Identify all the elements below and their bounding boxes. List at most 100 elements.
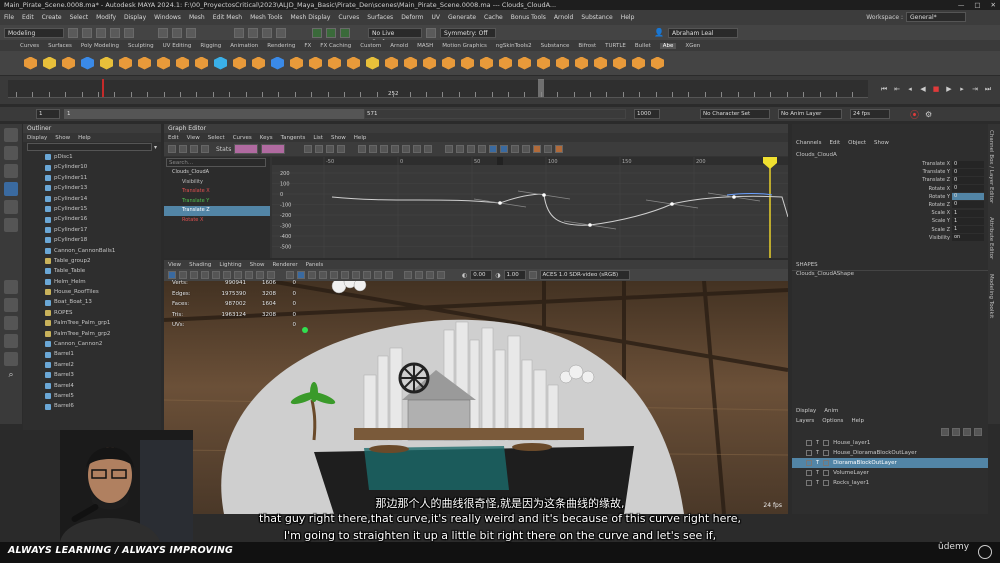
menu-item[interactable]: Deform bbox=[401, 14, 423, 21]
channel-attribute[interactable]: Translate Z0 bbox=[792, 176, 988, 184]
use-all-lights-icon[interactable] bbox=[330, 271, 338, 279]
layer-row[interactable]: T VolumeLayer bbox=[792, 468, 988, 478]
layer-color-swatch-icon[interactable] bbox=[823, 450, 830, 456]
shelf-tab[interactable]: Poly Modeling bbox=[81, 43, 119, 49]
exposure-field[interactable]: 0.00 bbox=[470, 270, 493, 280]
go-to-start-icon[interactable]: ⏮ bbox=[880, 85, 888, 93]
outliner-menu-item[interactable]: Help bbox=[78, 135, 91, 141]
graph-editor-channel[interactable]: Clouds_CloudA bbox=[164, 168, 270, 178]
time-editor-icon[interactable] bbox=[555, 145, 564, 153]
menu-item[interactable]: UV bbox=[432, 14, 441, 21]
plateau-tangent-icon[interactable] bbox=[424, 145, 433, 153]
symmetry-dropdown[interactable]: Symmetry: Off bbox=[440, 27, 496, 38]
grid-toggle-icon[interactable] bbox=[212, 271, 220, 279]
character-set-field[interactable]: No Character Set bbox=[700, 109, 770, 119]
menu-item[interactable]: Modify bbox=[96, 14, 116, 21]
color-space-dropdown[interactable]: ACES 1.0 SDR-video (sRGB) bbox=[539, 270, 630, 280]
field-chart-icon[interactable] bbox=[256, 271, 264, 279]
outliner-item[interactable]: Barrel2 bbox=[23, 360, 161, 370]
outliner-item[interactable]: Barrel6 bbox=[23, 401, 161, 411]
graph-editor-channel[interactable]: Visibility bbox=[164, 178, 270, 188]
side-by-side-layout-icon[interactable] bbox=[4, 316, 18, 330]
layer-editor-tab[interactable]: Display bbox=[796, 408, 816, 414]
menu-item[interactable]: Display bbox=[124, 14, 146, 21]
shelf-tab[interactable]: UV Editing bbox=[163, 43, 192, 49]
center-current-time-icon[interactable] bbox=[337, 145, 346, 153]
film-gate-icon[interactable] bbox=[223, 271, 231, 279]
shelf-tab[interactable]: XGen bbox=[685, 43, 700, 49]
step-tangent-icon[interactable] bbox=[413, 145, 422, 153]
go-to-end-icon[interactable]: ⏭ bbox=[984, 85, 992, 93]
viewport-menu-item[interactable]: Panels bbox=[306, 262, 324, 268]
viewport-menu-item[interactable]: Show bbox=[250, 262, 265, 268]
menu-item[interactable]: Windows bbox=[154, 14, 181, 21]
auto-key-icon[interactable]: ⦿ bbox=[910, 108, 919, 121]
graph-editor-menu-item[interactable]: Show bbox=[331, 135, 346, 141]
shelf-tool-icon[interactable] bbox=[252, 56, 265, 70]
menu-item[interactable]: Select bbox=[70, 14, 89, 21]
outliner-item[interactable]: Barrel3 bbox=[23, 370, 161, 380]
workspace-selector[interactable]: Workspace : General* bbox=[866, 12, 966, 22]
template-toggle-icon[interactable]: T bbox=[816, 470, 819, 476]
step-back-frame-icon[interactable]: ◂ bbox=[906, 85, 914, 93]
template-toggle-icon[interactable]: T bbox=[816, 450, 819, 456]
smooth-shade-icon[interactable] bbox=[297, 271, 305, 279]
scale-tool-icon[interactable] bbox=[4, 218, 18, 232]
layer-row[interactable]: T Rocks_layer1 bbox=[792, 478, 988, 488]
channel-attribute[interactable]: Translate X0 bbox=[792, 160, 988, 168]
outliner-item[interactable]: Cannon_CannonBalls1 bbox=[23, 246, 161, 256]
outliner-item[interactable]: pDisc1 bbox=[23, 152, 161, 162]
ambient-occlusion-icon[interactable] bbox=[352, 271, 360, 279]
shelf-tool-icon[interactable] bbox=[233, 56, 246, 70]
color-management-icon[interactable] bbox=[528, 271, 537, 279]
channel-attribute[interactable]: Translate Y0 bbox=[792, 168, 988, 176]
chevron-down-icon[interactable]: ▾ bbox=[154, 144, 157, 151]
wireframe-icon[interactable] bbox=[286, 271, 294, 279]
shelf-tool-icon[interactable] bbox=[138, 56, 151, 70]
channel-attribute[interactable]: Rotate Y0 bbox=[792, 193, 988, 201]
outliner-menu-item[interactable]: Show bbox=[55, 135, 70, 141]
channel-attribute[interactable]: Scale X1 bbox=[792, 209, 988, 217]
snap-grid-icon[interactable] bbox=[234, 27, 244, 38]
trax-editor-icon[interactable] bbox=[544, 145, 553, 153]
menu-item[interactable]: Bonus Tools bbox=[511, 14, 546, 21]
maximize-icon[interactable]: □ bbox=[974, 0, 980, 10]
shelf-tool-icon[interactable] bbox=[290, 56, 303, 70]
shelf-tool-icon[interactable] bbox=[176, 56, 189, 70]
buffer-curve-icon[interactable] bbox=[445, 145, 454, 153]
animation-curve-graph[interactable]: -50 0 50 100 150 2002001000-100-200-300-400-5… bbox=[272, 157, 789, 258]
channel-box-menu-item[interactable]: Channels bbox=[796, 140, 821, 146]
shelf-tool-icon[interactable] bbox=[366, 56, 379, 70]
graph-editor-graph-view[interactable]: -50 0 50 100 150 200 200 100 0 -100 -200 -300 -400 -5… bbox=[272, 157, 789, 258]
viewport-menu-item[interactable]: Lighting bbox=[219, 262, 241, 268]
channel-attribute[interactable]: Scale Z1 bbox=[792, 226, 988, 234]
outliner-menu-item[interactable]: Display bbox=[27, 135, 47, 141]
channel-attribute[interactable]: Scale Y1 bbox=[792, 217, 988, 225]
bookmarks-icon[interactable] bbox=[190, 271, 198, 279]
lock-tangent-weight-icon[interactable] bbox=[500, 145, 509, 153]
shelf-tool-icon[interactable] bbox=[43, 56, 56, 70]
new-scene-icon[interactable] bbox=[68, 27, 78, 38]
shelf-tool-icon[interactable] bbox=[613, 56, 626, 70]
menu-item[interactable]: Help bbox=[621, 14, 635, 21]
outliner-item[interactable]: pCylinder11 bbox=[23, 173, 161, 183]
menu-item[interactable]: Substance bbox=[581, 14, 612, 21]
shelf-tool-icon[interactable] bbox=[480, 56, 493, 70]
visibility-toggle-icon[interactable] bbox=[806, 450, 812, 456]
channel-attribute-value[interactable]: 1 bbox=[952, 226, 984, 233]
insert-key-icon[interactable] bbox=[179, 145, 187, 153]
pre-infinity-icon[interactable] bbox=[511, 145, 520, 153]
range-end-field[interactable]: 1000 bbox=[634, 109, 660, 119]
outliner-item[interactable]: pCylinder10 bbox=[23, 162, 161, 172]
menu-item[interactable]: Create bbox=[42, 14, 62, 21]
move-layer-up-icon[interactable] bbox=[941, 428, 949, 436]
redo-icon[interactable] bbox=[124, 27, 134, 38]
visibility-toggle-icon[interactable] bbox=[806, 460, 812, 466]
lasso-tool-icon[interactable] bbox=[4, 146, 18, 160]
outliner-item[interactable]: Barrel5 bbox=[23, 391, 161, 401]
xray-joints-icon[interactable] bbox=[426, 271, 434, 279]
channel-attribute-value[interactable]: 0 bbox=[952, 193, 984, 201]
depth-of-field-icon[interactable] bbox=[385, 271, 393, 279]
shelf-tool-icon[interactable] bbox=[195, 56, 208, 70]
channel-attribute-value[interactable]: 0 bbox=[952, 176, 984, 184]
